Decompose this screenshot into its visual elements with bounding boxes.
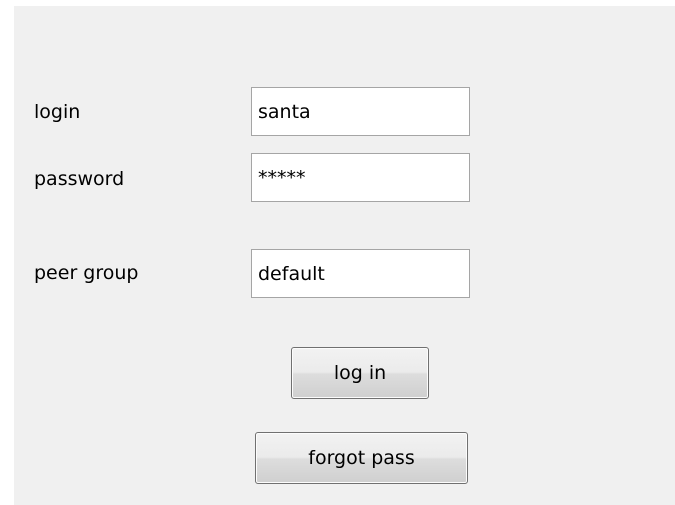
login-field[interactable] bbox=[251, 87, 470, 136]
peer-group-field[interactable] bbox=[251, 249, 470, 298]
login-label: login bbox=[34, 101, 81, 123]
log-in-button[interactable]: log in bbox=[291, 347, 429, 399]
peer-group-label: peer group bbox=[34, 262, 139, 284]
password-label: password bbox=[34, 168, 125, 190]
password-field[interactable] bbox=[251, 153, 470, 202]
login-panel: login password peer group log in forgot … bbox=[14, 6, 675, 505]
forgot-pass-button[interactable]: forgot pass bbox=[255, 432, 468, 484]
